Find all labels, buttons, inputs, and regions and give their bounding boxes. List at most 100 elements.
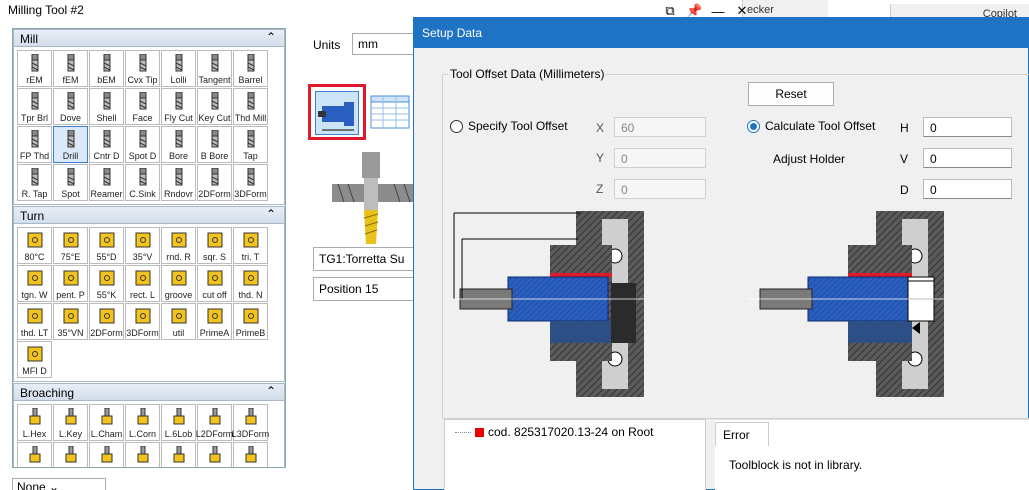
tool-turn-6[interactable]: tri. T <box>233 227 268 264</box>
tool-mill-16[interactable]: Cntr D <box>89 126 124 163</box>
tool-broaching-7[interactable] <box>17 442 52 467</box>
tool-mill-21[interactable]: R. Tap <box>17 164 52 201</box>
tool-turn-5[interactable]: sqr. S <box>197 227 232 264</box>
window-title: Milling Tool #2 <box>8 3 84 17</box>
units-select[interactable]: mm <box>352 33 416 55</box>
tool-turn-4[interactable]: rnd. R <box>161 227 196 264</box>
d-offset-field[interactable]: 0 <box>923 179 1012 199</box>
tool-turn-21[interactable]: MFI D <box>17 341 52 378</box>
tool-mill-26[interactable]: 2DForm <box>197 164 232 201</box>
ribbon-fragment-1[interactable]: ecker <box>742 0 828 18</box>
tool-broaching-6[interactable]: L3DForm <box>231 404 270 441</box>
table-view-button[interactable] <box>370 90 410 132</box>
tree-item[interactable]: cod. 825317020.13-24 on Root <box>455 425 653 439</box>
z-offset-field[interactable]: 0 <box>614 179 706 199</box>
tool-turn-15[interactable]: 35°VN <box>53 303 88 340</box>
tool-label: Lolli <box>170 75 187 85</box>
tool-turn-14[interactable]: thd. LT <box>17 303 52 340</box>
tool-mill-18[interactable]: Bore <box>161 126 196 163</box>
tool-label: L2DForm <box>195 429 234 439</box>
tool-turn-17[interactable]: 3DForm <box>125 303 160 340</box>
tool-mill-1[interactable]: fEM <box>53 50 88 87</box>
tool-label: Fly Cut <box>164 113 193 123</box>
tool-mill-12[interactable]: Key Cut <box>197 88 232 125</box>
holder-select[interactable]: None ⌄ <box>12 478 106 490</box>
tool-turn-9[interactable]: 55°K <box>89 265 124 302</box>
section-mill: Mill ⌃ rEM fEM bEM Cvx Tip Lolli Tangent Barrel… <box>13 29 285 205</box>
tool-broaching-1[interactable]: L.Key <box>53 404 88 441</box>
tool-turn-10[interactable]: rect. L <box>125 265 160 302</box>
tool-turn-0[interactable]: 80°C <box>17 227 52 264</box>
tool-label: thd. N <box>238 290 263 300</box>
tool-broaching-2[interactable]: L.Cham <box>89 404 124 441</box>
tool-mill-15[interactable]: Drill <box>53 126 88 163</box>
section-mill-header[interactable]: Mill ⌃ <box>14 30 284 47</box>
section-broaching-header[interactable]: Broaching ⌃ <box>14 384 284 401</box>
y-label: Y <box>596 151 605 165</box>
tool-turn-18[interactable]: util <box>161 303 196 340</box>
specify-offset-radio[interactable]: Specify Tool Offset <box>450 119 568 133</box>
tool-mill-6[interactable]: Barrel <box>233 50 268 87</box>
tool-broaching-4[interactable]: L.6Lob <box>161 404 196 441</box>
tool-label: 3DForm <box>126 328 159 338</box>
tool-mill-2[interactable]: bEM <box>89 50 124 87</box>
tool-broaching-9[interactable] <box>89 442 124 467</box>
turn-tool-icon <box>63 270 79 286</box>
tool-broaching-13[interactable] <box>233 442 268 467</box>
tool-mill-11[interactable]: Fly Cut <box>161 88 196 125</box>
tool-mill-14[interactable]: FP Thd <box>17 126 52 163</box>
tool-turn-16[interactable]: 2DForm <box>89 303 124 340</box>
h-offset-field[interactable]: 0 <box>923 117 1012 137</box>
tool-mill-20[interactable]: Tap <box>233 126 268 163</box>
tool-mill-7[interactable]: Tpr Brl <box>17 88 52 125</box>
tool-label: 55°D <box>96 252 117 262</box>
tool-mill-4[interactable]: Lolli <box>161 50 196 87</box>
y-offset-field[interactable]: 0 <box>614 148 706 168</box>
mill-tool-icon <box>247 168 255 186</box>
tool-mill-13[interactable]: Thd Mill <box>233 88 268 125</box>
tool-turn-19[interactable]: PrimeA <box>197 303 232 340</box>
tool-turn-11[interactable]: groove <box>161 265 196 302</box>
position-field[interactable]: Position 15 <box>313 277 417 301</box>
tool-mill-3[interactable]: Cvx Tip <box>125 50 160 87</box>
tab-error[interactable]: Error <box>715 422 769 446</box>
tool-mill-17[interactable]: Spot D <box>125 126 160 163</box>
offset-diagram-specify <box>448 211 644 397</box>
tool-broaching-8[interactable] <box>53 442 88 467</box>
tool-turn-8[interactable]: pent. P <box>53 265 88 302</box>
tool-broaching-3[interactable]: L.Corn <box>125 404 160 441</box>
tool-label: L3DForm <box>231 429 270 439</box>
tool-broaching-10[interactable] <box>125 442 160 467</box>
tool-broaching-0[interactable]: L.Hex <box>17 404 52 441</box>
tool-mill-24[interactable]: C.Sink <box>125 164 160 201</box>
tool-turn-1[interactable]: 75°E <box>53 227 88 264</box>
calculate-offset-radio[interactable]: Calculate Tool Offset <box>747 119 875 133</box>
tool-mill-5[interactable]: Tangent <box>197 50 232 87</box>
tool-turn-3[interactable]: 35°V <box>125 227 160 264</box>
tool-mill-9[interactable]: Shell <box>89 88 124 125</box>
reset-button[interactable]: Reset <box>748 82 834 106</box>
tool-mill-27[interactable]: 3DForm <box>233 164 268 201</box>
tool-turn-12[interactable]: cut off <box>197 265 232 302</box>
x-offset-field[interactable]: 60 <box>614 117 706 137</box>
tool-broaching-12[interactable] <box>197 442 232 467</box>
tool-mill-10[interactable]: Face <box>125 88 160 125</box>
tool-mill-19[interactable]: B Bore <box>197 126 232 163</box>
tool-mill-22[interactable]: Spot <box>53 164 88 201</box>
tool-mill-8[interactable]: Dove <box>53 88 88 125</box>
tool-tree[interactable]: cod. 825317020.13-24 on Root <box>444 419 706 490</box>
tool-turn-7[interactable]: tgn. W <box>17 265 52 302</box>
tool-mill-23[interactable]: Reamer <box>89 164 124 201</box>
tool-broaching-5[interactable]: L2DForm <box>195 404 234 441</box>
section-turn-header[interactable]: Turn ⌃ <box>14 207 284 224</box>
tool-holder-button[interactable] <box>308 84 366 140</box>
tool-mill-0[interactable]: rEM <box>17 50 52 87</box>
tool-turn-2[interactable]: 55°D <box>89 227 124 264</box>
tool-broaching-11[interactable] <box>161 442 196 467</box>
tool-label: L.Corn <box>128 429 156 439</box>
tool-turn-13[interactable]: thd. N <box>233 265 268 302</box>
v-offset-field[interactable]: 0 <box>923 148 1012 168</box>
tool-turn-20[interactable]: PrimeB <box>233 303 268 340</box>
tool-group-field[interactable]: TG1:Torretta Su <box>313 247 417 271</box>
tool-mill-25[interactable]: Rndovr <box>161 164 196 201</box>
